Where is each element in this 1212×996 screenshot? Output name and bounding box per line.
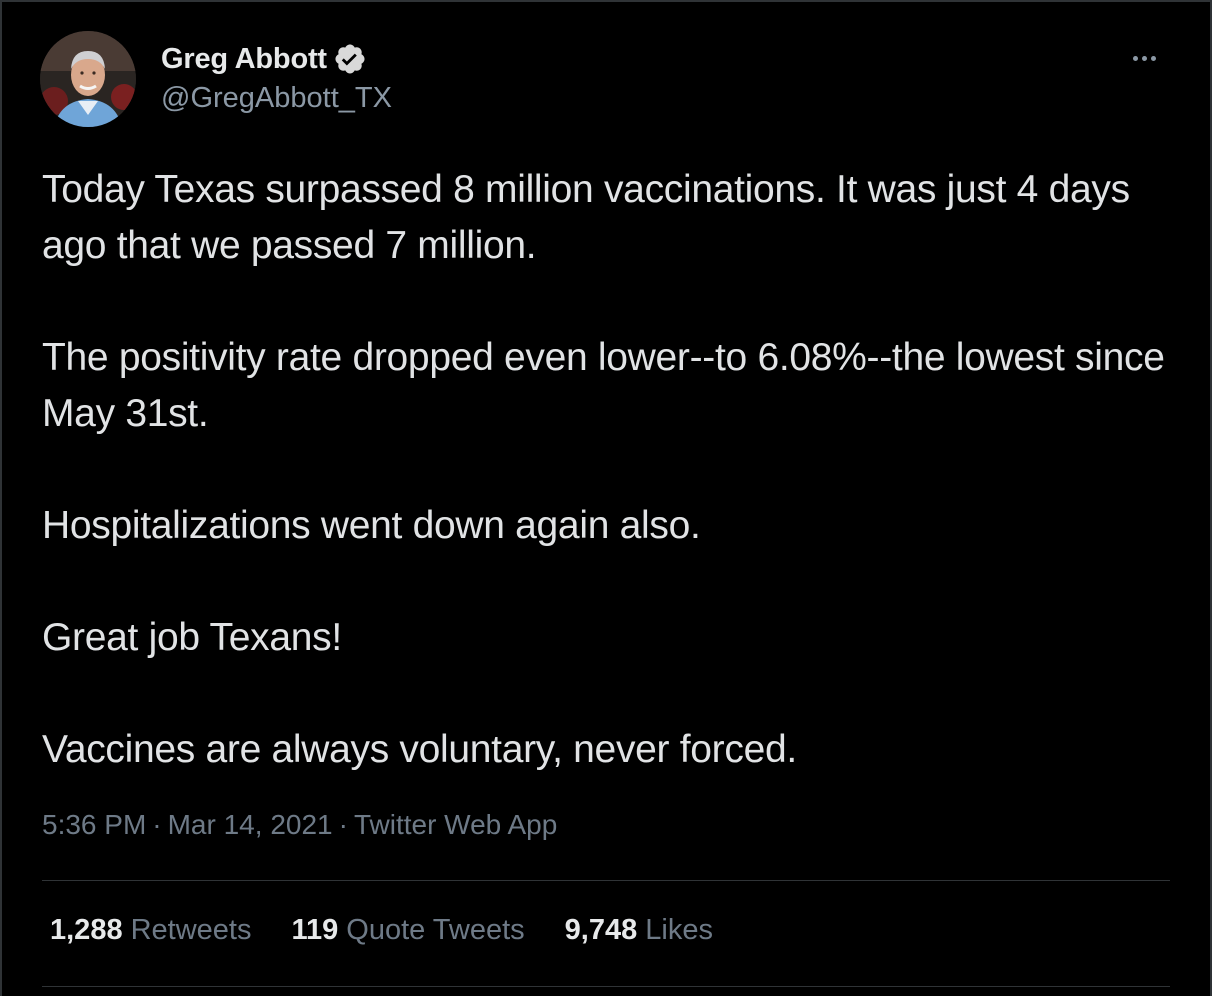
likes-count: 9,748 — [564, 914, 638, 946]
retweets-stat[interactable]: 1,288 Retweets — [50, 914, 251, 947]
meta-separator: · — [152, 809, 162, 840]
author-display-name[interactable]: Greg Abbott — [161, 43, 327, 76]
more-dot — [1132, 55, 1138, 61]
quote-tweets-count: 119 — [291, 914, 339, 946]
likes-stat[interactable]: 9,748 Likes — [565, 914, 713, 947]
divider — [42, 986, 1170, 987]
verified-badge-icon — [333, 42, 367, 76]
quote-tweets-stat[interactable]: 119 Quote Tweets — [291, 914, 524, 947]
tweet-paragraph: Great job Texans! — [42, 616, 342, 659]
avatar[interactable] — [40, 31, 136, 127]
author-identity: Greg Abbott @GregAbbott_TX — [161, 41, 392, 115]
tweet-metadata: 5:36 PM · Mar 14, 2021 · Twitter Web App — [42, 809, 557, 841]
tweet-header: Greg Abbott @GregAbbott_TX — [40, 31, 1170, 131]
tweet-text: Today Texas surpassed 8 million vaccinat… — [42, 162, 1172, 778]
tweet-paragraph: Today Texas surpassed 8 million vaccinat… — [42, 168, 1130, 267]
name-row: Greg Abbott — [161, 41, 392, 77]
quote-tweets-label: Quote Tweets — [346, 914, 525, 946]
divider — [42, 880, 1170, 881]
tweet-paragraph: Vaccines are always voluntary, never for… — [42, 728, 797, 771]
engagement-stats: 1,288 Retweets 119 Quote Tweets 9,748 Likes — [50, 914, 713, 947]
more-options-icon[interactable] — [1124, 43, 1164, 73]
likes-label: Likes — [645, 914, 713, 946]
more-dot — [1141, 55, 1147, 61]
tweet-card: Greg Abbott @GregAbbott_TX Today Texas s… — [0, 0, 1212, 996]
profile-photo-icon — [40, 31, 136, 127]
retweets-label: Retweets — [130, 914, 252, 946]
author-handle[interactable]: @GregAbbott_TX — [161, 82, 392, 115]
tweet-date[interactable]: Mar 14, 2021 — [168, 809, 333, 840]
tweet-paragraph: Hospitalizations went down again also. — [42, 504, 701, 547]
meta-separator: · — [338, 809, 348, 840]
tweet-time[interactable]: 5:36 PM — [42, 809, 146, 840]
retweets-count: 1,288 — [50, 914, 123, 946]
tweet-paragraph: The positivity rate dropped even lower--… — [42, 336, 1165, 435]
tweet-source[interactable]: Twitter Web App — [354, 809, 557, 840]
more-dot — [1150, 55, 1156, 61]
